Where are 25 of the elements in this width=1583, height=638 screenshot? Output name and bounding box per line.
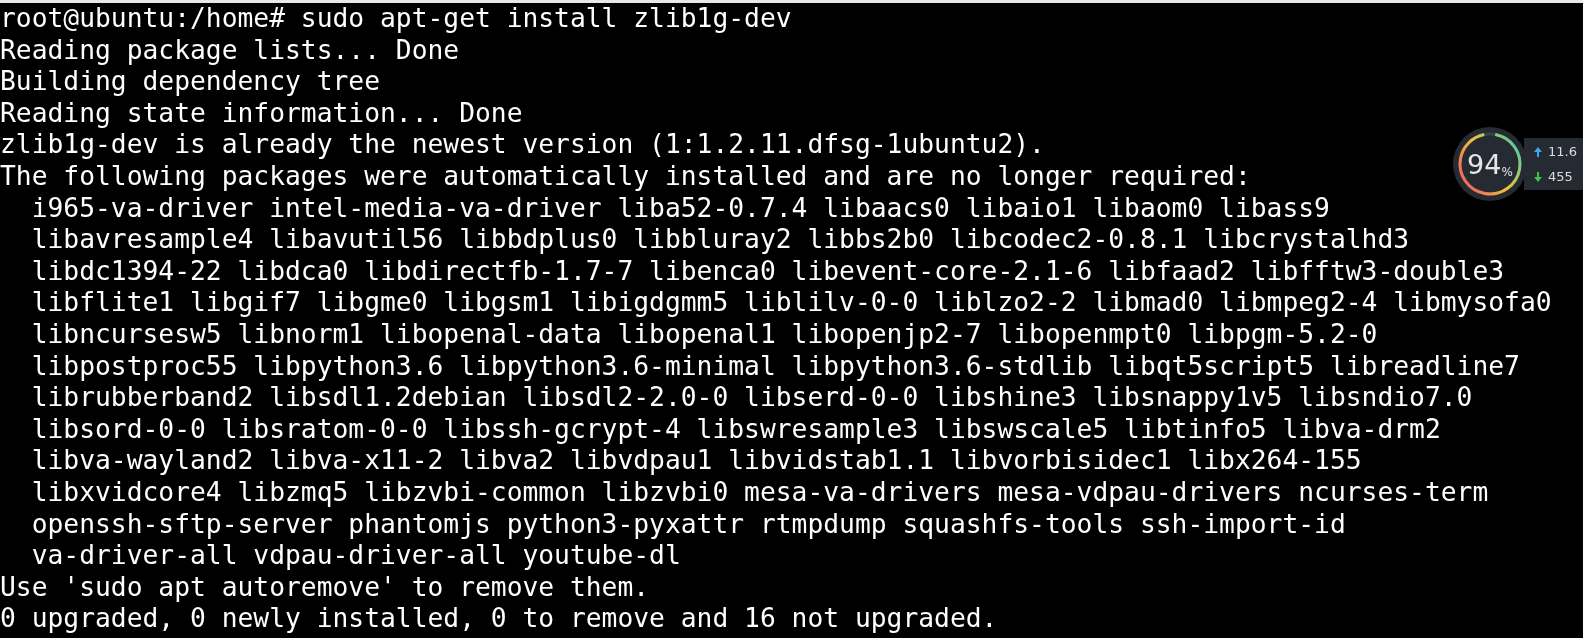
download-arrow-icon — [1534, 171, 1542, 182]
terminal-line: 0 upgraded, 0 newly installed, 0 to remove and 16 not upgraded. — [0, 603, 998, 635]
terminal-line: libva-wayland2 libva-x11-2 libva2 libvdpau1 libvidstab1.1 libvorbisidec1 libx264-155 — [30, 445, 1362, 477]
terminal-line: libxvidcore4 libzmq5 libzvbi-common libzvbi0 mesa-va-drivers mesa-vdpau-drivers ncurses-term — [30, 476, 1489, 509]
terminal-line: librubberband2 libsdl1.2debian libsdl2-2.0-0 libserd-0-0 libshine3 libsnappy1v5 libsndio7.0 — [30, 382, 1473, 414]
terminal-line: va-driver-all vdpau-driver-all youtube-dl — [30, 540, 681, 572]
upload-speed: 11.6 — [1548, 144, 1577, 159]
upload-arrow-icon — [1534, 146, 1542, 157]
terminal-line: libflite1 libgif7 libgme0 libgsm1 libigdgmm5 liblilv-0-0 liblzo2-2 libmad0 libmpeg2-4 libmysofa0 — [30, 287, 1552, 319]
terminal-line: Reading package lists... Done — [0, 34, 460, 67]
terminal-line: libsord-0-0 libsratom-0-0 libssh-gcrypt-4 libswresample3 libswscale5 libtinfo5 libva-drm2 — [30, 413, 1441, 446]
terminal-line: libdc1394-22 libdca0 libdirectfb-1.7-7 libenca0 libevent-core-2.1-6 libfaad2 libfftw3-double3 — [30, 255, 1505, 288]
download-speed: 455 — [1548, 169, 1573, 184]
usage-percent: 94% — [1467, 150, 1513, 178]
terminal-line: libavresample4 libavutil56 libbdplus0 libbluray2 libbs2b0 libcodec2-0.8.1 libcrystalhd3 — [30, 224, 1410, 256]
terminal-line: Use 'sudo apt autoremove' to remove them. — [0, 571, 650, 604]
terminal-line: openssh-sftp-server phantomjs python3-pyxattr rtmpdump squashfs-tools ssh-import-id — [30, 508, 1346, 541]
terminal-line: The following packages were automatically installed and are no longer required: — [0, 160, 1251, 193]
terminal-line: root@ubuntu:/home# sudo apt-get install zlib1g-dev — [0, 3, 792, 35]
terminal-line: Building dependency tree — [0, 66, 380, 98]
terminal-line: i965-va-driver intel-media-va-driver liba52-0.7.4 libaacs0 libaio1 libaom0 libass9 — [30, 192, 1330, 225]
terminal-line: libncursesw5 libnorm1 libopenal-data libopenal1 libopenjp2-7 libopenmpt0 libpgm-5.2-0 — [30, 318, 1378, 351]
terminal-line: Reading state information... Done — [0, 97, 523, 130]
terminal-line: libpostproc55 libpython3.6 libpython3.6-minimal libpython3.6-stdlib libqt5script5 libreadline7 — [30, 350, 1520, 383]
terminal-line: zlib1g-dev is already the newest version (1:1.2.11.dfsg-1ubuntu2). — [0, 129, 1045, 161]
